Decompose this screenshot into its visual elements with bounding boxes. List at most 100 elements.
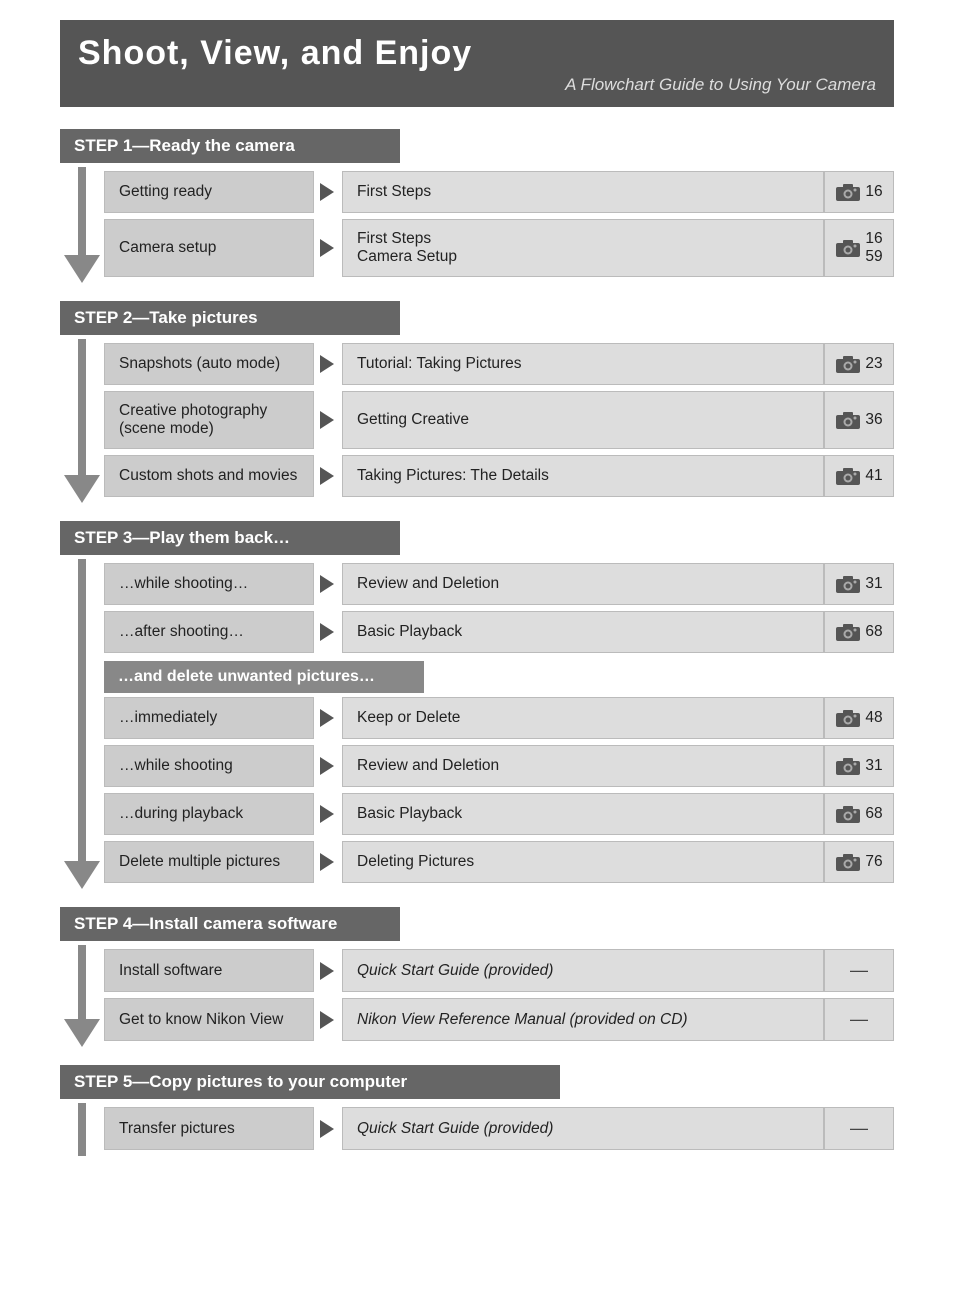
tri-right-icon [320,1011,334,1029]
arrow-line [78,167,86,255]
sub-step3-header: …and delete unwanted pictures… [104,661,424,693]
cell-right: 31 [824,745,894,787]
arrow-icon [314,171,342,213]
camera-icon [835,410,861,430]
step1-arrow [60,167,104,283]
camera-icon [835,574,861,594]
tri-right-icon [320,757,334,775]
step1-section: STEP 1—Ready the camera Getting ready [60,129,894,283]
cell-middle: First Steps [342,171,824,213]
arrow-icon [314,611,342,653]
cell-left: Getting ready [104,171,314,213]
table-row: Custom shots and movies Taking Pictures:… [104,455,894,497]
cell-middle: Quick Start Guide (provided) [342,949,824,992]
cell-left: Custom shots and movies [104,455,314,497]
step1-header: STEP 1—Ready the camera [60,129,400,163]
cell-right: 76 [824,841,894,883]
camera-icon [835,804,861,824]
arrow-icon [314,391,342,449]
cell-right: 16 [824,171,894,213]
tri-right-icon [320,239,334,257]
arrow-icon [314,949,342,992]
cell-right: 41 [824,455,894,497]
cell-right: 23 [824,343,894,385]
page-wrapper: Shoot, View, and Enjoy A Flowchart Guide… [60,20,894,1156]
cell-middle: Review and Deletion [342,563,824,605]
cell-middle: First StepsCamera Setup [342,219,824,277]
camera-icon [835,182,861,202]
tri-right-icon [320,575,334,593]
cell-left: …after shooting… [104,611,314,653]
arrow-icon [314,343,342,385]
step5-header: STEP 5—Copy pictures to your computer [60,1065,560,1099]
tri-right-icon [320,183,334,201]
table-row: …during playback Basic Playback [104,793,894,835]
table-row: Get to know Nikon View Nikon View Refere… [104,998,894,1041]
cell-middle: Nikon View Reference Manual (provided on… [342,998,824,1041]
tri-right-icon [320,1120,334,1138]
step5-arrow [60,1103,104,1156]
cell-left: …while shooting [104,745,314,787]
table-row: …immediately Keep or Delete [104,697,894,739]
table-row: Creative photography(scene mode) Getting… [104,391,894,449]
cell-right: 36 [824,391,894,449]
step3-body: …while shooting… Review and Deletion [60,559,894,889]
cell-middle: Review and Deletion [342,745,824,787]
page-title: Shoot, View, and Enjoy [78,34,876,73]
camera-icon [835,852,861,872]
arrow-icon [314,793,342,835]
page-subtitle: A Flowchart Guide to Using Your Camera [78,75,876,101]
step2-body: Snapshots (auto mode) Tutorial: Taking P… [60,339,894,503]
camera-icon [835,756,861,776]
cell-left: …during playback [104,793,314,835]
cell-middle: Tutorial: Taking Pictures [342,343,824,385]
step2-section: STEP 2—Take pictures Snapshots (auto mod… [60,301,894,503]
tri-right-icon [320,805,334,823]
camera-icon [835,466,861,486]
table-row: …while shooting… Review and Deletion [104,563,894,605]
table-row: Delete multiple pictures Deleting Pictur… [104,841,894,883]
arrow-icon [314,841,342,883]
cell-middle: Getting Creative [342,391,824,449]
step4-rows: Install software Quick Start Guide (prov… [104,945,894,1047]
tri-right-icon [320,411,334,429]
step1-body: Getting ready First Steps [60,167,894,283]
tri-right-icon [320,962,334,980]
arrow-icon [314,998,342,1041]
tri-right-icon [320,709,334,727]
table-row: Install software Quick Start Guide (prov… [104,949,894,992]
cell-right: 31 [824,563,894,605]
arrow-down [64,475,100,503]
tri-right-icon [320,355,334,373]
cell-middle: Keep or Delete [342,697,824,739]
step2-rows: Snapshots (auto mode) Tutorial: Taking P… [104,339,894,503]
arrow-line [78,945,86,1019]
cell-right: — [824,949,894,992]
cell-left: Transfer pictures [104,1107,314,1150]
table-row: Camera setup First StepsCamera Setup [104,219,894,277]
arrow-icon [314,1107,342,1150]
cell-right: 1659 [824,219,894,277]
table-row: …after shooting… Basic Playback [104,611,894,653]
step3-rows: …while shooting… Review and Deletion [104,559,894,889]
camera-icon [835,354,861,374]
step5-section: STEP 5—Copy pictures to your computer Tr… [60,1065,894,1156]
step2-arrow [60,339,104,503]
step3-arrow [60,559,104,889]
step4-section: STEP 4—Install camera software Install s… [60,907,894,1047]
arrow-down [64,861,100,889]
camera-icon [835,708,861,728]
cell-left: Snapshots (auto mode) [104,343,314,385]
cell-right: 68 [824,611,894,653]
cell-right: — [824,998,894,1041]
arrow-line [78,339,86,475]
table-row: …while shooting Review and Deletion [104,745,894,787]
tri-right-icon [320,623,334,641]
flowchart-content: STEP 1—Ready the camera Getting ready [60,111,894,1156]
arrow-down [64,255,100,283]
table-row: Getting ready First Steps [104,171,894,213]
tri-right-icon [320,853,334,871]
cell-middle: Basic Playback [342,793,824,835]
step2-header: STEP 2—Take pictures [60,301,400,335]
step4-header: STEP 4—Install camera software [60,907,400,941]
